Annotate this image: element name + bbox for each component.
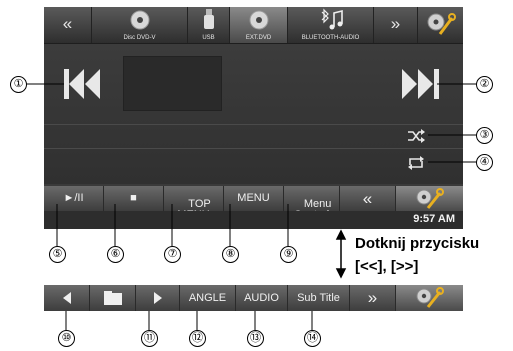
source-ext-dvd[interactable]: EXT.DVD: [230, 7, 288, 43]
note-line-2: [<<], [>>]: [355, 258, 419, 275]
clock: 9:57 AM: [413, 213, 455, 225]
chevron-right-icon: »: [367, 288, 378, 307]
source-bar: « Disc DVD-V USB EXT.DVD BLUETOOTH-AUDIO…: [44, 7, 463, 44]
callout-4: ④: [476, 154, 493, 171]
source-usb[interactable]: USB: [188, 7, 230, 43]
page-prev-button[interactable]: «: [340, 186, 396, 211]
menu-label: MENU: [237, 192, 270, 204]
callout-6: ⑥: [107, 246, 124, 263]
callout-12: ⑫: [189, 330, 206, 347]
play-pause-button[interactable]: ►/II: [44, 186, 104, 211]
callout-5: ⑤: [49, 246, 66, 263]
video-thumbnail: [123, 56, 222, 111]
skip-previous-button[interactable]: [62, 69, 106, 99]
source-bluetooth-audio[interactable]: BLUETOOTH-AUDIO: [288, 7, 374, 43]
callout-2: ②: [476, 76, 493, 93]
source-label: USB: [202, 35, 215, 41]
divider: [44, 124, 463, 125]
disc-icon: [130, 10, 150, 30]
setup-disc-wrench-icon: [427, 13, 456, 35]
skip-next-button[interactable]: [400, 69, 444, 99]
setup-button[interactable]: [396, 186, 463, 211]
top-menu-button[interactable]: TOP MENU: [164, 186, 224, 221]
audio-button[interactable]: AUDIO: [236, 285, 288, 311]
note-line-1: Dotknij przycisku: [355, 235, 480, 252]
stop-icon: ■: [130, 192, 137, 204]
folder-button[interactable]: [90, 285, 136, 311]
play-pause-icon: ►/II: [63, 192, 84, 204]
status-bar: 9:57 AM: [44, 211, 463, 229]
control-bar: ►/II ■ TOP MENU MENU Menu Control «: [44, 186, 463, 221]
callout-9: ⑨: [280, 246, 297, 263]
callout-7: ⑦: [164, 246, 181, 263]
usb-icon: [204, 9, 214, 29]
triangle-right-icon: [154, 292, 162, 304]
chevron-left-icon: «: [362, 189, 373, 208]
chevron-left-icon: «: [62, 14, 73, 33]
source-next-button[interactable]: »: [374, 7, 418, 43]
callout-11: ⑪: [141, 330, 158, 347]
triangle-left-icon: [63, 292, 71, 304]
control-bar-alt: ANGLE AUDIO Sub Title »: [44, 285, 463, 311]
angle-button[interactable]: ANGLE: [180, 285, 236, 311]
prev-chapter-button[interactable]: [44, 285, 90, 311]
setup-disc-wrench-icon: [416, 188, 444, 209]
source-label: EXT.DVD: [245, 35, 272, 41]
subtitle-label: Sub Title: [297, 292, 340, 304]
page-next-button[interactable]: »: [350, 285, 396, 311]
shuffle-button[interactable]: [407, 129, 425, 143]
setup-disc-wrench-icon: [416, 287, 444, 308]
source-label: Disc DVD-V: [123, 35, 156, 41]
source-prev-button[interactable]: «: [44, 7, 92, 43]
next-chapter-button[interactable]: [136, 285, 180, 311]
callout-10: ⑩: [58, 330, 75, 347]
callout-14: ⑭: [304, 330, 321, 347]
divider: [44, 148, 463, 149]
menu-button[interactable]: MENU: [224, 186, 284, 211]
disc-icon: [249, 10, 269, 30]
repeat-button[interactable]: [407, 156, 425, 170]
subtitle-button[interactable]: Sub Title: [288, 285, 350, 311]
angle-label: ANGLE: [188, 292, 227, 304]
bluetooth-audio-icon: [321, 8, 343, 30]
callout-1: ①: [10, 76, 27, 93]
stop-button[interactable]: ■: [104, 186, 164, 211]
setup-button[interactable]: [418, 7, 463, 43]
setup-button[interactable]: [396, 285, 463, 311]
callout-3: ③: [476, 127, 493, 144]
folder-icon: [104, 291, 122, 305]
menu-control-button[interactable]: Menu Control: [284, 186, 340, 221]
callout-8: ⑧: [222, 246, 239, 263]
source-disc-dvd-v[interactable]: Disc DVD-V: [92, 7, 188, 43]
playback-area: [44, 44, 463, 184]
chevron-right-icon: »: [390, 14, 401, 33]
callout-13: ⑬: [247, 330, 264, 347]
source-label: BLUETOOTH-AUDIO: [301, 35, 360, 41]
audio-label: AUDIO: [244, 292, 279, 304]
